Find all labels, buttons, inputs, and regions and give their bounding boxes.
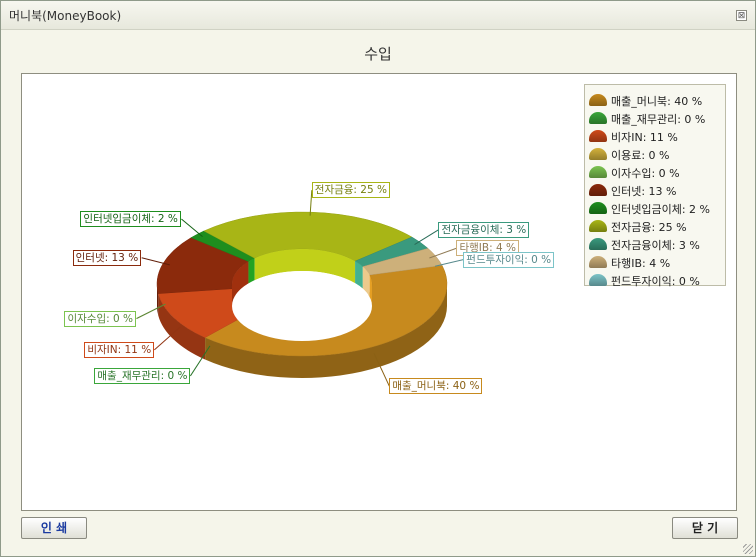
legend-label: 전자금융: 25 %: [611, 221, 687, 234]
legend-swatch-icon: [589, 274, 607, 286]
legend-swatch-icon: [589, 256, 607, 268]
legend-label: 타행IB: 4 %: [611, 257, 671, 270]
slice-label: 인터넷입금이체: 2 %: [80, 210, 181, 227]
legend-label: 인터넷입금이체: 2 %: [611, 203, 710, 216]
chart-title: 수입: [364, 45, 392, 63]
legend-label: 비자IN: 11 %: [611, 131, 678, 144]
legend-swatch-icon: [589, 238, 607, 250]
slice-label: 전자금융이체: 3 %: [438, 221, 530, 238]
legend-swatch-icon: [589, 148, 607, 160]
slice-leader-line: [429, 247, 457, 259]
legend-swatch-icon: [589, 202, 607, 214]
legend-swatch-icon: [589, 166, 607, 178]
slice-label: 전자금융: 25 %: [311, 182, 390, 199]
slice-leader-line: [181, 218, 203, 238]
slice-label: 매출_재무관리: 0 %: [94, 367, 191, 384]
slice-leader-line: [414, 229, 439, 245]
legend-label: 이용료: 0 %: [611, 149, 670, 162]
window-close-icon[interactable]: ⊠: [736, 10, 747, 21]
chart-legend: 매출_머니북: 40 % 매출_재무관리: 0 % 비자IN: 11 % 이용료: 0…: [584, 84, 726, 288]
legend-label: 전자금융이체: 3 %: [611, 239, 700, 252]
close-button[interactable]: 닫 기: [672, 517, 738, 539]
legend-swatch-icon: [589, 184, 607, 196]
legend-swatch-icon: [589, 130, 607, 142]
title-bar: 머니북(MoneyBook) ⊠: [1, 1, 755, 30]
legend-swatch-icon: [589, 220, 607, 232]
slice-label: 비자IN: 11 %: [84, 341, 155, 358]
donut-hole: [232, 271, 372, 341]
chart-area: 매출_머니북: 40 % 매출_재무관리: 0 % 비자IN: 11 % 이용료: 0…: [21, 73, 737, 511]
legend-label: 펀드투자이익: 0 %: [611, 275, 700, 288]
print-button[interactable]: 인 쇄: [21, 517, 87, 539]
legend-swatch-icon: [589, 94, 607, 106]
legend-label: 매출_머니북: 40 %: [611, 95, 703, 108]
slice-label: 인터넷: 13 %: [72, 249, 142, 266]
legend-swatch-icon: [589, 112, 607, 124]
slice-label: 이자수입: 0 %: [64, 310, 136, 327]
legend-label: 인터넷: 13 %: [611, 185, 677, 198]
moneybook-window: 머니북(MoneyBook) ⊠ 수입 매출_머니북: 40 % 매출_재무관리:…: [0, 0, 756, 557]
donut-inner-6: [248, 258, 255, 284]
window-title: 머니북(MoneyBook): [9, 9, 122, 23]
slice-label: 매출_머니북: 40 %: [389, 378, 483, 395]
slice-label: 펀드투자이익: 0 %: [463, 251, 555, 268]
legend-label: 이자수입: 0 %: [611, 167, 680, 180]
legend-label: 매출_재무관리: 0 %: [611, 113, 706, 126]
resize-grip-icon[interactable]: [743, 544, 753, 554]
